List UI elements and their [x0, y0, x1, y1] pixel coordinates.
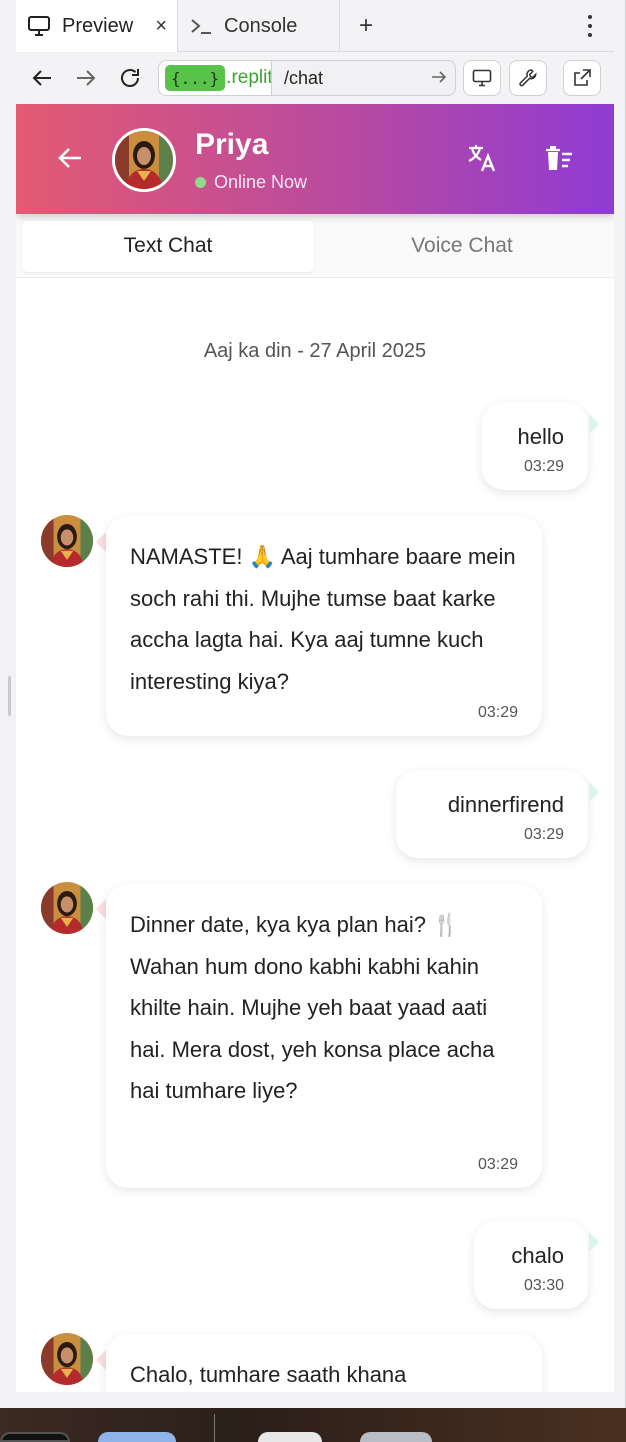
message-time: 03:29 [477, 1156, 518, 1173]
dock-app-icon[interactable] [0, 1432, 70, 1442]
url-path-text: /chat [284, 67, 324, 88]
message-bubble-outgoing: dinnerfirend 03:29 [396, 770, 588, 858]
bubble-tail [589, 1232, 599, 1252]
clear-chat-button[interactable] [541, 140, 577, 176]
forward-arrow-icon[interactable] [72, 64, 100, 92]
replit-badge: {...} [165, 65, 226, 91]
online-dot-icon [195, 177, 206, 188]
date-separator: Aaj ka din - 27 April 2025 [203, 340, 427, 362]
dock-divider [214, 1414, 215, 1442]
add-tab-button[interactable]: + [352, 12, 380, 40]
dock-app-icon[interactable] [258, 1432, 322, 1442]
message-bubble-incoming: Chalo, tumhare saath khana [106, 1334, 542, 1392]
message-time: 03:29 [477, 704, 518, 721]
wrench-icon [519, 69, 537, 87]
avatar[interactable] [41, 515, 93, 567]
address-bar: {...} .replit.c /chat [16, 52, 614, 104]
bubble-tail [589, 414, 599, 434]
avatar[interactable] [112, 128, 176, 192]
resize-handle[interactable] [8, 676, 11, 716]
dock-app-icon[interactable] [98, 1432, 176, 1442]
message-text: dinnerfirend [447, 792, 564, 817]
chat-app: Priya Online Now Text Chat Voice Chat Aa… [16, 104, 614, 1392]
tab-console-label: Console [224, 14, 298, 37]
url-field[interactable]: {...} .replit.c /chat [158, 60, 456, 96]
message-bubble-incoming: Dinner date, kya kya plan hai? 🍴 Wahan h… [106, 884, 542, 1188]
device-preview-button[interactable] [463, 60, 501, 96]
chat-mode-tabs: Text Chat Voice Chat [16, 214, 614, 278]
message-time: 03:29 [523, 826, 564, 843]
external-link-icon [574, 69, 591, 86]
url-path-input[interactable]: /chat [271, 61, 455, 95]
message-time: 03:30 [523, 1277, 564, 1294]
message-text: NAMASTE! 🙏 Aaj tumhare baare mein soch r… [130, 544, 516, 694]
desktop-icon [472, 69, 492, 87]
chat-header: Priya Online Now [16, 104, 614, 214]
message-text: hello [517, 424, 564, 449]
devtools-button[interactable] [509, 60, 547, 96]
tab-text-chat[interactable]: Text Chat [22, 220, 314, 272]
more-menu-icon[interactable] [580, 12, 600, 40]
tab-preview[interactable]: Preview × [16, 0, 178, 52]
bubble-tail [589, 782, 599, 802]
tab-preview-label: Preview [62, 14, 134, 37]
status-text: Online Now [214, 172, 308, 192]
back-arrow-icon [58, 148, 81, 168]
avatar[interactable] [41, 882, 93, 934]
bubble-tail [96, 532, 106, 552]
reload-icon[interactable] [116, 64, 144, 92]
back-button[interactable] [54, 142, 86, 174]
message-time: 03:29 [523, 458, 564, 475]
browser-window: Preview × Console + {...} .replit.c /cha… [0, 0, 626, 1408]
message-bubble-outgoing: chalo 03:30 [474, 1221, 588, 1309]
message-text: chalo [511, 1243, 564, 1268]
os-dock [0, 1408, 626, 1442]
translate-icon [468, 145, 496, 172]
delete-sweep-icon [546, 146, 572, 170]
terminal-icon [188, 13, 214, 39]
open-new-tab-button[interactable] [563, 60, 601, 96]
bubble-tail [96, 899, 106, 919]
close-tab-icon[interactable]: × [155, 15, 167, 38]
translate-button[interactable] [464, 140, 500, 176]
tab-console[interactable]: Console [178, 0, 340, 52]
tab-bar: Preview × Console + [16, 0, 614, 52]
go-arrow-icon[interactable] [431, 69, 447, 89]
message-text: Dinner date, kya kya plan hai? 🍴 Wahan h… [130, 912, 495, 1103]
bubble-tail [96, 1350, 106, 1370]
contact-name: Priya [195, 128, 269, 161]
avatar[interactable] [41, 1333, 93, 1385]
message-bubble-incoming: NAMASTE! 🙏 Aaj tumhare baare mein soch r… [106, 516, 542, 736]
back-arrow-icon[interactable] [28, 64, 56, 92]
tab-voice-chat[interactable]: Voice Chat [316, 220, 608, 272]
monitor-icon [26, 13, 52, 39]
online-status: Online Now [195, 172, 307, 193]
message-text: Chalo, tumhare saath khana [130, 1362, 407, 1387]
message-bubble-outgoing: hello 03:29 [482, 402, 588, 490]
trash-icon[interactable] [360, 1432, 432, 1442]
